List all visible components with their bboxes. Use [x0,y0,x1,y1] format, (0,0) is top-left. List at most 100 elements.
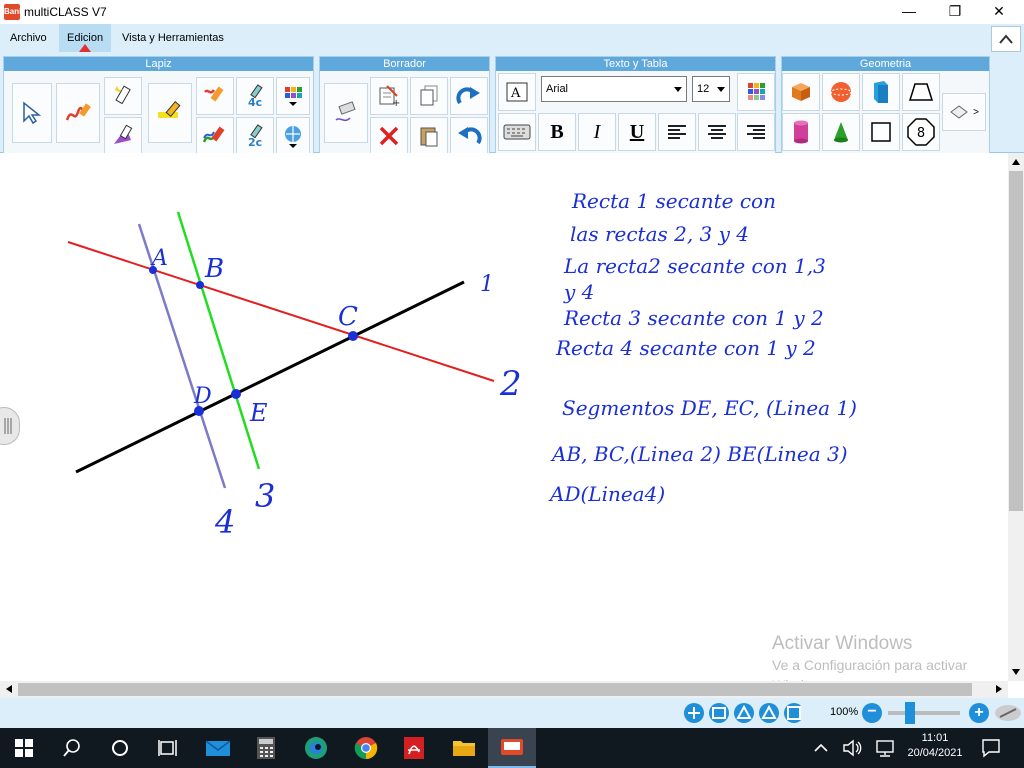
volume-button[interactable] [842,738,862,758]
note-line-1: Recta 1 secante con [571,189,776,213]
menu-edicion[interactable]: Edicion [59,24,112,52]
chevron-up-icon [999,34,1013,44]
redo-button[interactable] [450,77,488,115]
crayon-button[interactable] [196,77,234,115]
zoom-slider-thumb[interactable] [905,702,915,724]
font-size-select[interactable]: 12 [692,76,730,102]
line-red [67,241,495,382]
text-color-button[interactable] [737,73,775,111]
align-center-button[interactable] [698,113,736,151]
paste-button[interactable] [410,117,448,155]
notifications-button[interactable] [980,738,1002,758]
taskbar-explorer[interactable] [440,728,488,768]
label-point-c: C [338,302,358,332]
pen-tool-button[interactable] [56,83,100,143]
ruler-icon [950,105,968,119]
italic-label: I [593,120,601,143]
task-view-button[interactable] [144,728,192,768]
underline-button[interactable]: U [618,113,656,151]
label-point-d: D [193,384,212,409]
menu-vista-herramientas[interactable]: Vista y Herramientas [114,24,232,52]
view-tools [683,702,804,724]
search-button[interactable] [48,728,96,768]
pen-4c-button[interactable]: 4c [236,77,274,115]
network-icon [876,740,894,757]
octagon-icon: 8 [907,118,935,146]
cylinder-icon [794,120,808,144]
start-button[interactable] [0,728,48,768]
network-button[interactable] [874,738,896,758]
zoom-out-button[interactable]: − [862,703,882,723]
group-lapiz: Lapiz 4c 2c [3,56,314,155]
cortana-circle-icon [112,740,128,756]
pen-color-button[interactable] [276,77,310,115]
collapse-ribbon-button[interactable] [991,26,1021,52]
cylinder-button[interactable] [782,113,820,151]
line-green [176,211,261,470]
taskbar-edge[interactable] [292,728,340,768]
pen-4c-icon: 4c [248,84,263,108]
prism-button[interactable] [862,73,900,111]
align-left-button[interactable] [658,113,696,151]
text-box-button[interactable]: A [498,73,536,111]
minimize-button[interactable]: — [886,0,932,24]
activation-watermark-title: Activar Windows [772,633,913,654]
clear-page-button[interactable]: + [370,77,408,115]
cube-button[interactable] [782,73,820,111]
chevron-up-icon [814,743,828,752]
group-geometria-title: Geometria [782,57,989,71]
pen-mode-icon[interactable] [994,704,1022,722]
taskbar-mail[interactable] [194,728,242,768]
note-line-6: Recta 4 secante con 1 y 2 [555,336,816,360]
highlighter-button[interactable] [104,77,142,115]
line-black [75,280,465,474]
align-right-button[interactable] [737,113,775,151]
taskbar-pdf[interactable] [390,728,438,768]
speaker-icon [843,739,862,757]
align-right-icon [747,125,765,139]
menu-archivo[interactable]: Archivo [2,24,55,52]
taskbar-chrome[interactable] [342,728,390,768]
grip-icon [4,418,12,434]
segments-line-1: Segmentos DE, EC, (Linea 1) [562,396,857,420]
taskbar-multiclass[interactable] [488,728,536,768]
sphere-button[interactable] [822,73,860,111]
pen-stroke-icon [65,103,91,121]
vertical-scrollbar[interactable] [1008,153,1024,681]
keyboard-button[interactable] [498,113,536,151]
clock[interactable]: 11:01 20/04/2021 [902,732,968,759]
zoom-slider[interactable] [888,711,960,715]
close-button[interactable]: ✕ [976,0,1022,24]
square-button[interactable] [862,113,900,151]
horizontal-scrollbar[interactable] [0,681,1008,698]
folder-icon [453,741,475,756]
label-line-3: 3 [255,477,275,515]
shape-pen-button[interactable] [104,117,142,155]
pen-2c-button[interactable]: 2c [236,117,274,155]
svg-text:4c: 4c [248,96,262,108]
show-hidden-icons-button[interactable] [812,739,830,757]
marker-button[interactable] [148,83,192,143]
undo-button[interactable] [450,117,488,155]
multiclass-app-icon [501,739,523,755]
select-tool-button[interactable] [12,83,52,143]
whiteboard-canvas[interactable]: A B C D E 1 2 3 4 Recta 1 secante con la… [0,153,1008,681]
side-drawer-handle[interactable] [0,407,20,445]
italic-button[interactable]: I [578,113,616,151]
taskbar-calculator[interactable] [242,728,290,768]
delete-button[interactable] [370,117,408,155]
trapezoid-button[interactable] [902,73,940,111]
geometry-drawing: A B C D E 1 2 3 4 Recta 1 secante con la… [67,189,857,541]
polygon-button[interactable]: 8 [902,113,940,151]
zoom-in-button[interactable]: + [969,703,989,723]
rainbow-pen-button[interactable] [196,117,234,155]
bold-button[interactable]: B [538,113,576,151]
cone-button[interactable] [822,113,860,151]
cortana-button[interactable] [96,728,144,768]
copy-button[interactable] [410,77,448,115]
more-geometry-button[interactable]: > [942,93,986,131]
eraser-button[interactable] [324,83,368,143]
maximize-button[interactable]: ❐ [932,0,978,24]
pen-width-button[interactable] [276,117,310,155]
font-family-select[interactable]: Arial [541,76,687,102]
